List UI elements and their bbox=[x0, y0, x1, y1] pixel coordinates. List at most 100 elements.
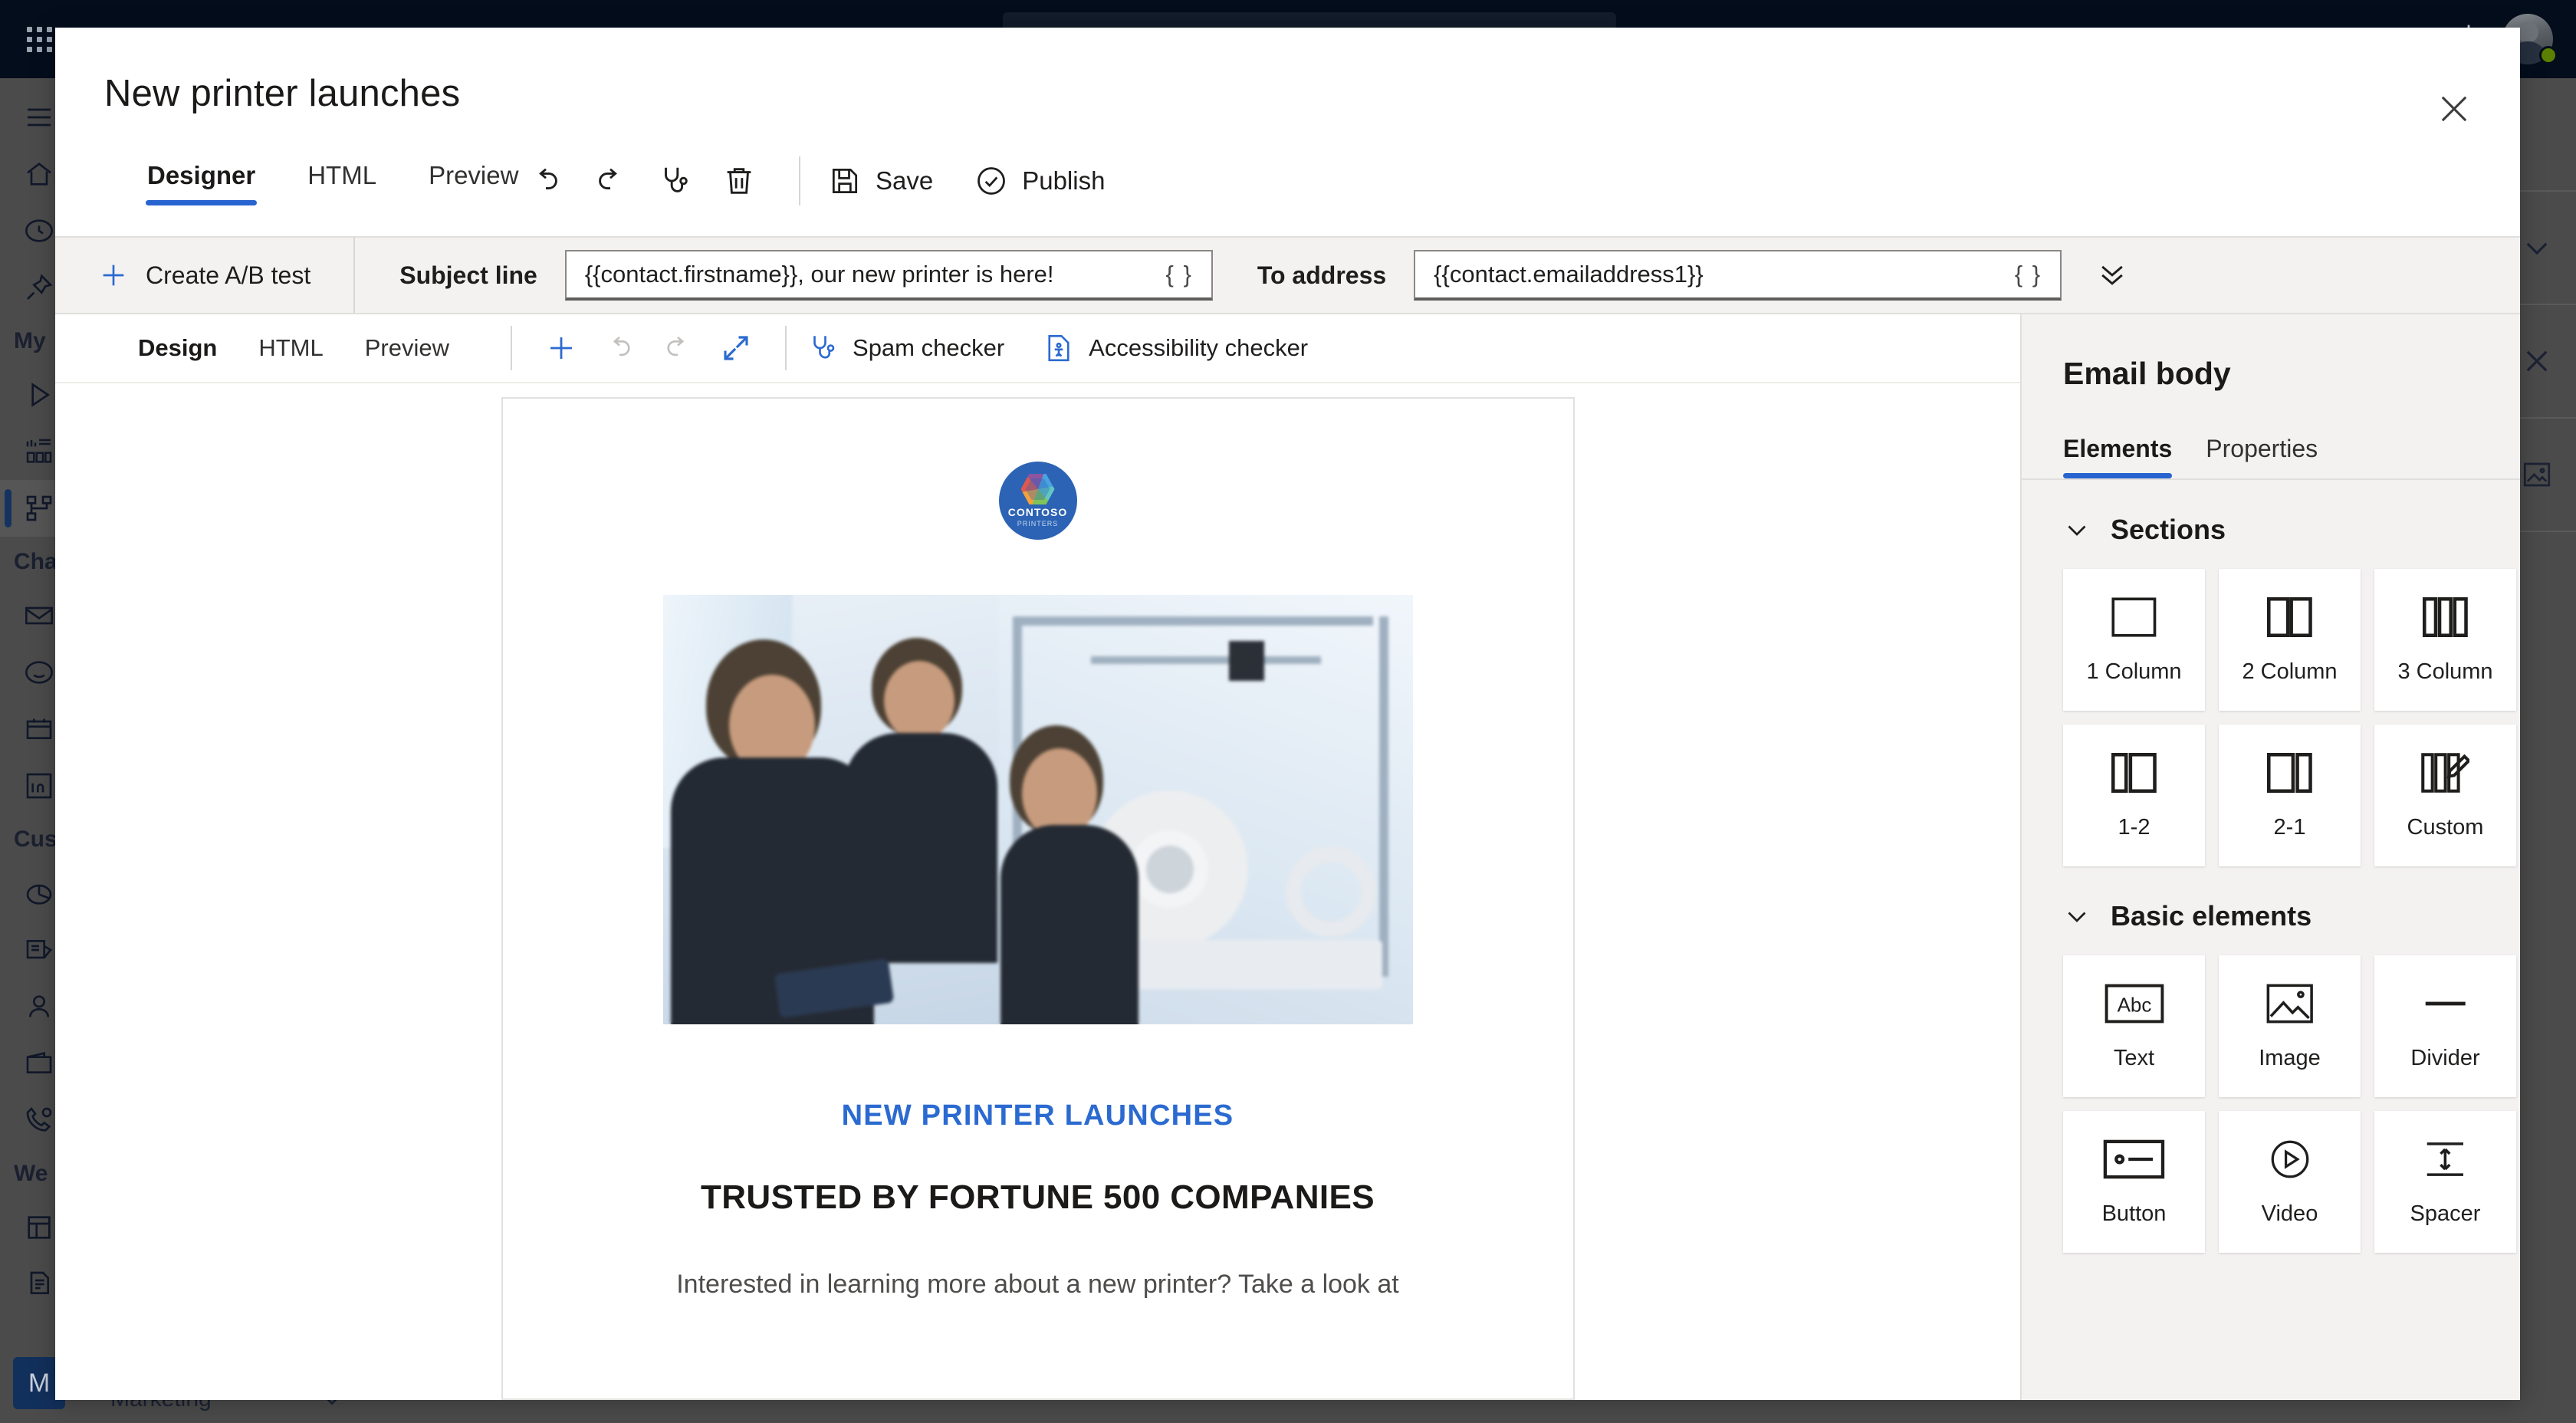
accessibility-doc-icon bbox=[1048, 334, 1070, 362]
tile-label: Text bbox=[2113, 1046, 2155, 1070]
panel-content[interactable]: Sections 1 Column 2 Column 3 Column 1-2 … bbox=[2022, 480, 2520, 1400]
tile-label: Divider bbox=[2410, 1046, 2480, 1070]
personalization-token-icon[interactable]: { } bbox=[2015, 261, 2042, 288]
tile-1-2[interactable]: 1-2 bbox=[2063, 725, 2205, 866]
redo-button[interactable] bbox=[578, 157, 642, 205]
group-title-basic-elements: Basic elements bbox=[2111, 900, 2312, 932]
pin-icon bbox=[27, 274, 53, 300]
canvas-undo-button[interactable] bbox=[590, 325, 649, 371]
basic-elements-tile-grid: Abc Text Image Divider Button Video Spac… bbox=[2022, 955, 2520, 1253]
accessibility-checker-button[interactable]: Accessibility checker bbox=[1043, 332, 1308, 364]
expand-details-button[interactable] bbox=[2095, 257, 2129, 294]
tile-spacer[interactable]: Spacer bbox=[2374, 1111, 2516, 1253]
email-document[interactable]: CONTOSO PRINTERS NEW PRINTER LAUNCHES TR… bbox=[501, 397, 1575, 1400]
check-content-button[interactable] bbox=[642, 157, 707, 205]
redo-icon bbox=[599, 168, 617, 190]
to-address-label: To address bbox=[1257, 261, 1387, 289]
tile-label: 1 Column bbox=[2086, 659, 2182, 684]
save-button[interactable]: Save bbox=[828, 164, 933, 198]
spam-checker-button[interactable]: Spam checker bbox=[807, 332, 1004, 364]
home-icon bbox=[27, 162, 51, 186]
linkedin-icon bbox=[26, 773, 52, 799]
tile-label: Custom bbox=[2407, 815, 2484, 840]
tile-3-column[interactable]: 3 Column bbox=[2374, 569, 2516, 711]
to-address-field[interactable]: { } bbox=[1414, 250, 2062, 301]
tile-button[interactable]: Button bbox=[2063, 1111, 2205, 1253]
divider bbox=[799, 156, 800, 205]
page-title: New printer launches bbox=[104, 73, 461, 114]
tab-design[interactable]: Design bbox=[138, 334, 217, 362]
tile-2-1[interactable]: 2-1 bbox=[2219, 725, 2361, 866]
email-headline[interactable]: TRUSTED BY FORTUNE 500 COMPANIES bbox=[701, 1178, 1375, 1217]
tab-preview[interactable]: Preview bbox=[365, 334, 449, 362]
email-eyebrow[interactable]: NEW PRINTER LAUNCHES bbox=[842, 1099, 1234, 1132]
tab-designer[interactable]: Designer bbox=[146, 156, 258, 205]
email-preview-canvas[interactable]: CONTOSO PRINTERS NEW PRINTER LAUNCHES TR… bbox=[55, 383, 2020, 1400]
elements-panel: Email body Elements Properties Sections bbox=[2022, 314, 2520, 1400]
tab-preview[interactable]: Preview bbox=[427, 156, 520, 205]
tab-elements[interactable]: Elements bbox=[2063, 435, 2173, 478]
create-ab-test-label: Create A/B test bbox=[146, 261, 311, 289]
tab-properties[interactable]: Properties bbox=[2206, 435, 2318, 478]
stethoscope-icon bbox=[665, 167, 688, 192]
tile-2-column[interactable]: 2 Column bbox=[2219, 569, 2361, 711]
to-address-input[interactable] bbox=[1434, 261, 1999, 288]
undo-icon bbox=[539, 168, 557, 190]
wallet-icon bbox=[26, 1051, 52, 1073]
logo-name: CONTOSO bbox=[1007, 506, 1068, 518]
dialog-tabs: Designer HTML Preview bbox=[146, 156, 569, 205]
undo-button[interactable] bbox=[514, 157, 578, 205]
contoso-logo: CONTOSO PRINTERS bbox=[998, 462, 1077, 540]
group-header-sections[interactable]: Sections bbox=[2022, 480, 2520, 569]
two-column-icon bbox=[2267, 595, 2312, 639]
tile-label: 1-2 bbox=[2118, 815, 2150, 840]
canvas-toolbar: Design HTML Preview Spam checker Accessi… bbox=[55, 314, 2020, 383]
one-column-icon bbox=[2111, 595, 2157, 639]
tile-text[interactable]: Abc Text bbox=[2063, 955, 2205, 1097]
page-layout-icon bbox=[28, 1216, 51, 1239]
redo-icon bbox=[667, 337, 685, 357]
two-one-column-icon bbox=[2267, 751, 2312, 795]
tile-custom[interactable]: Custom bbox=[2374, 725, 2516, 866]
contoso-hex-icon bbox=[1020, 474, 1055, 504]
fullscreen-button[interactable] bbox=[707, 325, 765, 371]
spacer-icon bbox=[2423, 1137, 2467, 1181]
tile-1-column[interactable]: 1 Column bbox=[2063, 569, 2205, 711]
chevron-down-icon bbox=[2526, 242, 2548, 255]
email-canvas-area: Design HTML Preview Spam checker Accessi… bbox=[55, 314, 2020, 1400]
tab-html[interactable]: HTML bbox=[306, 156, 378, 205]
floppy-disk-icon bbox=[832, 168, 858, 194]
tab-html[interactable]: HTML bbox=[258, 334, 323, 362]
tile-video[interactable]: Video bbox=[2219, 1111, 2361, 1253]
create-ab-test-button[interactable]: Create A/B test bbox=[55, 238, 356, 313]
form-doc-icon bbox=[30, 1271, 49, 1294]
dialog-header: New printer launches Designer HTML Previ… bbox=[55, 28, 2520, 236]
tile-image[interactable]: Image bbox=[2219, 955, 2361, 1097]
image-icon bbox=[2523, 462, 2551, 487]
close-icon[interactable] bbox=[2434, 89, 2474, 129]
svg-text:Abc: Abc bbox=[2117, 993, 2151, 1016]
trash-icon bbox=[727, 168, 751, 194]
tile-label: Button bbox=[2101, 1201, 2167, 1226]
publish-button[interactable]: Publish bbox=[974, 164, 1105, 198]
add-element-button[interactable] bbox=[532, 325, 590, 371]
sections-tile-grid: 1 Column 2 Column 3 Column 1-2 2-1 Custo… bbox=[2022, 569, 2520, 866]
phone-gear-icon bbox=[26, 1106, 52, 1132]
group-title-sections: Sections bbox=[2111, 514, 2226, 545]
email-body-copy[interactable]: Interested in learning more about a new … bbox=[628, 1266, 1448, 1303]
journey-flow-icon bbox=[26, 495, 52, 521]
subject-input[interactable] bbox=[584, 261, 1151, 288]
tile-label: 2-1 bbox=[2273, 815, 2306, 840]
group-header-basic-elements[interactable]: Basic elements bbox=[2022, 866, 2520, 955]
delete-button[interactable] bbox=[707, 157, 771, 205]
panel-tabs: Elements Properties bbox=[2022, 392, 2520, 480]
one-two-column-icon bbox=[2111, 751, 2157, 795]
tile-label: Spacer bbox=[2410, 1201, 2481, 1226]
subject-line-field[interactable]: { } bbox=[564, 250, 1213, 301]
tile-divider[interactable]: Divider bbox=[2374, 955, 2516, 1097]
canvas-redo-button[interactable] bbox=[649, 325, 707, 371]
tile-label: Video bbox=[2261, 1201, 2318, 1226]
hero-image[interactable] bbox=[662, 595, 1413, 1024]
tile-label: 2 Column bbox=[2242, 659, 2338, 684]
personalization-token-icon[interactable]: { } bbox=[1165, 261, 1192, 288]
